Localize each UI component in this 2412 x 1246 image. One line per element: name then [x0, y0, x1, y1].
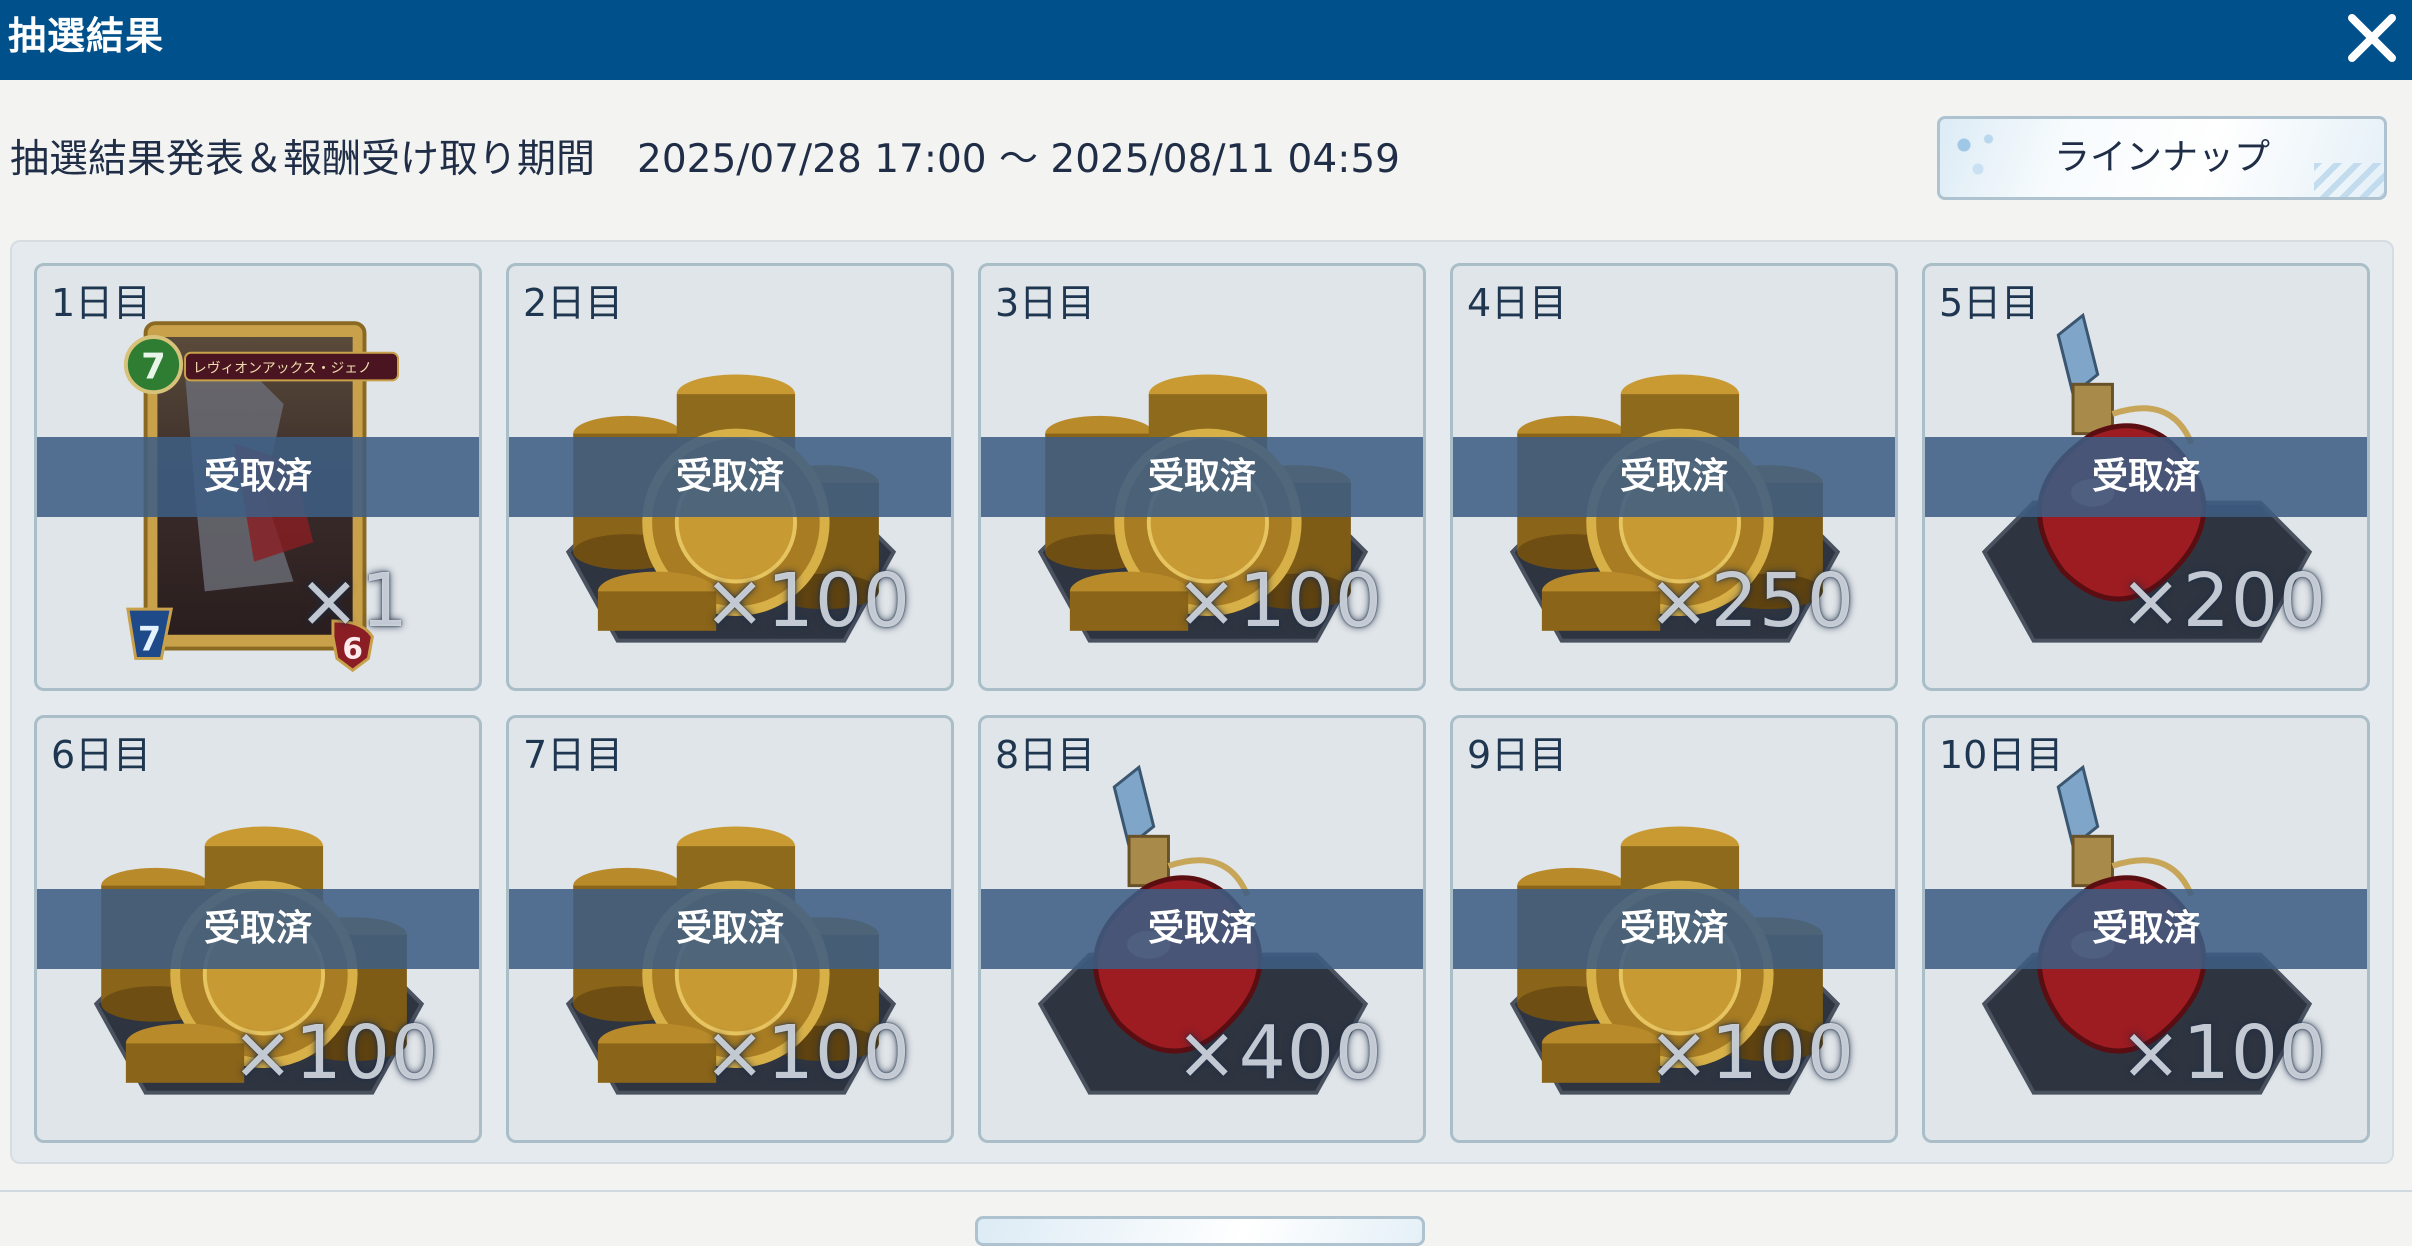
reward-quantity: ×1 [297, 558, 409, 644]
reward-tile-day-4[interactable]: 4日目 受取済 ×250 [1450, 263, 1898, 691]
day-label: 2日目 [523, 281, 624, 325]
close-button[interactable] [2342, 8, 2402, 68]
reward-quantity: ×100 [231, 1010, 439, 1096]
claimed-status: 受取済 [1925, 889, 2367, 969]
button-decoration [1950, 127, 2020, 187]
reward-quantity: ×100 [2119, 1010, 2327, 1096]
bottom-button[interactable] [975, 1216, 1425, 1246]
day-label: 7日目 [523, 733, 624, 777]
card-cost: 7 [141, 346, 166, 387]
day-label: 9日目 [1467, 733, 1568, 777]
reward-tile-day-10[interactable]: 10日目 受取済 ×100 [1922, 715, 2370, 1143]
header-bar: 抽選結果 [0, 0, 2412, 80]
reward-tile-day-8[interactable]: 8日目 受取済 ×400 [978, 715, 1426, 1143]
day-label: 10日目 [1939, 733, 2064, 777]
reward-tile-day-3[interactable]: 3日目 受取済 ×100 [978, 263, 1426, 691]
reward-tile-day-6[interactable]: 6日目 受取済 ×100 [34, 715, 482, 1143]
reward-quantity: ×100 [703, 1010, 911, 1096]
button-decoration [2314, 163, 2384, 197]
card-name: レヴィオンアックス・ジェノ [193, 359, 372, 376]
claimed-status: 受取済 [37, 437, 479, 517]
lineup-button[interactable]: ラインナップ [1937, 116, 2387, 200]
lineup-button-label: ラインナップ [2053, 137, 2270, 178]
claimed-status: 受取済 [1925, 437, 2367, 517]
reward-period: 抽選結果発表＆報酬受け取り期間 2025/07/28 17:00 ～ 2025/0… [10, 128, 1400, 184]
day-label: 1日目 [51, 281, 152, 325]
period-range: 2025/07/28 17:00 ～ 2025/08/11 04:59 [637, 137, 1400, 182]
day-label: 6日目 [51, 733, 152, 777]
reward-grid: 1日目 レヴィオンアックス・ジェノ 7 7 6 受取済 ×1 2日目 受取済 ×… [10, 240, 2394, 1164]
day-label: 5日目 [1939, 281, 2040, 325]
reward-quantity: ×250 [1647, 558, 1855, 644]
reward-tile-day-7[interactable]: 7日目 受取済 ×100 [506, 715, 954, 1143]
reward-tile-day-2[interactable]: 2日目 受取済 ×100 [506, 263, 954, 691]
claimed-status: 受取済 [981, 889, 1423, 969]
day-label: 3日目 [995, 281, 1096, 325]
claimed-status: 受取済 [509, 889, 951, 969]
day-label: 8日目 [995, 733, 1096, 777]
reward-tile-day-1[interactable]: 1日目 レヴィオンアックス・ジェノ 7 7 6 受取済 ×1 [34, 263, 482, 691]
period-label: 抽選結果発表＆報酬受け取り期間 [10, 137, 596, 182]
day-label: 4日目 [1467, 281, 1568, 325]
divider [0, 1190, 2412, 1192]
page-title: 抽選結果 [8, 14, 165, 58]
reward-quantity: ×100 [1175, 558, 1383, 644]
reward-tile-day-5[interactable]: 5日目 受取済 ×200 [1922, 263, 2370, 691]
close-icon [2348, 14, 2396, 62]
claimed-status: 受取済 [981, 437, 1423, 517]
claimed-status: 受取済 [1453, 437, 1895, 517]
claimed-status: 受取済 [37, 889, 479, 969]
claimed-status: 受取済 [509, 437, 951, 517]
claimed-status: 受取済 [1453, 889, 1895, 969]
reward-quantity: ×200 [2119, 558, 2327, 644]
card-attack: 7 [138, 620, 161, 659]
reward-quantity: ×100 [703, 558, 911, 644]
reward-tile-day-9[interactable]: 9日目 受取済 ×100 [1450, 715, 1898, 1143]
reward-quantity: ×400 [1175, 1010, 1383, 1096]
reward-quantity: ×100 [1647, 1010, 1855, 1096]
